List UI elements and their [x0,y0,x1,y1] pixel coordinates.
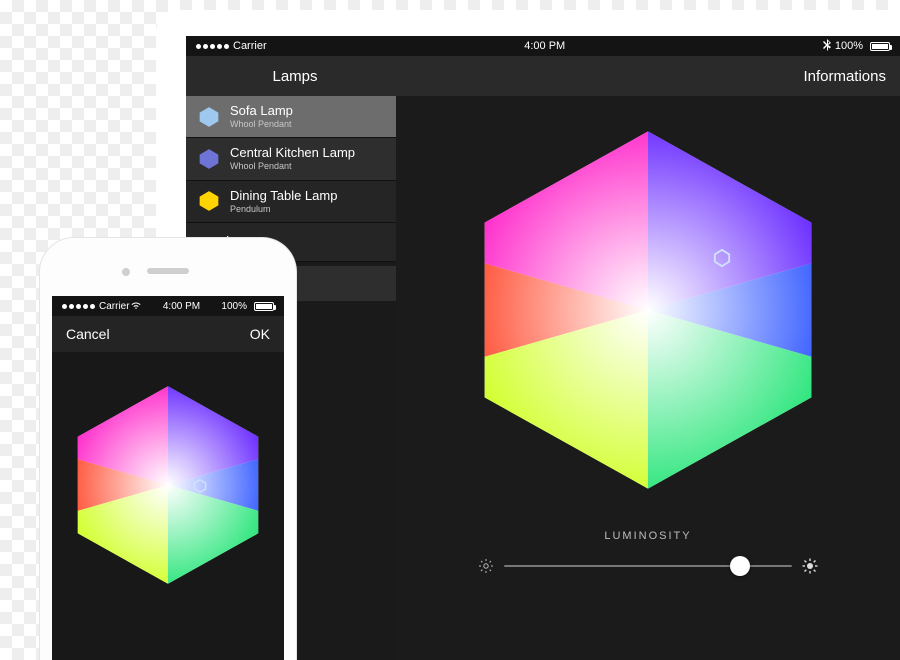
lamp-title: Dining Table Lamp [230,189,337,204]
color-panel: LUMINOSITY [396,96,900,660]
carrier-label: Carrier [233,40,267,52]
signal-dots-icon [196,44,229,49]
iphone-screen: Carrier 4:00 PM 100% Cancel OK [52,296,284,660]
iphone-navbar: Cancel OK [52,316,284,352]
lamp-item[interactable]: Central Kitchen LampWhool Pendant [186,138,396,180]
color-hexagon-icon[interactable] [458,120,838,500]
picker-cursor-icon[interactable] [713,249,731,267]
battery-icon [867,42,890,51]
ipad-navbar: Lamps Informations [186,56,900,96]
lamp-color-icon [198,148,220,170]
wifi-icon [130,301,142,312]
bluetooth-icon [823,39,831,54]
lamp-subtitle: Whool Pendant [230,119,293,129]
luminosity-section: LUMINOSITY [478,530,818,576]
lamp-item[interactable]: Dining Table LampPendulum [186,181,396,223]
lamp-color-icon [198,106,220,128]
ok-button[interactable]: OK [250,326,270,342]
brightness-high-icon [802,558,818,574]
brightness-low-icon [478,558,494,574]
cancel-button[interactable]: Cancel [66,326,110,342]
battery-icon [251,302,274,311]
iphone-statusbar: Carrier 4:00 PM 100% [52,296,284,316]
battery-pct: 100% [221,301,247,312]
luminosity-label: LUMINOSITY [478,530,818,542]
slider-thumb[interactable] [730,556,750,576]
ipad-statusbar: Carrier 4:00 PM 100% [186,36,900,56]
lamp-subtitle: Whool Pendant [230,161,355,171]
clock-label: 4:00 PM [267,40,823,52]
lamp-item[interactable]: Sofa LampWhool Pendant [186,96,396,138]
iphone-device: Carrier 4:00 PM 100% Cancel OK [40,238,296,660]
color-hexagon-icon[interactable] [63,380,273,590]
lamp-title: Sofa Lamp [230,104,293,119]
color-picker[interactable] [63,380,273,590]
color-picker[interactable] [458,120,838,500]
battery-pct: 100% [835,40,863,52]
nav-title-lamps: Lamps [200,68,390,85]
lamp-title: Central Kitchen Lamp [230,146,355,161]
nav-info-button[interactable]: Informations [803,68,886,85]
luminosity-slider[interactable] [504,556,792,576]
lamp-color-icon [198,190,220,212]
signal-dots-icon [62,304,95,309]
carrier-label: Carrier [99,301,130,312]
lamp-subtitle: Pendulum [230,204,337,214]
picker-cursor-icon[interactable] [193,479,207,493]
clock-label: 4:00 PM [142,301,222,312]
